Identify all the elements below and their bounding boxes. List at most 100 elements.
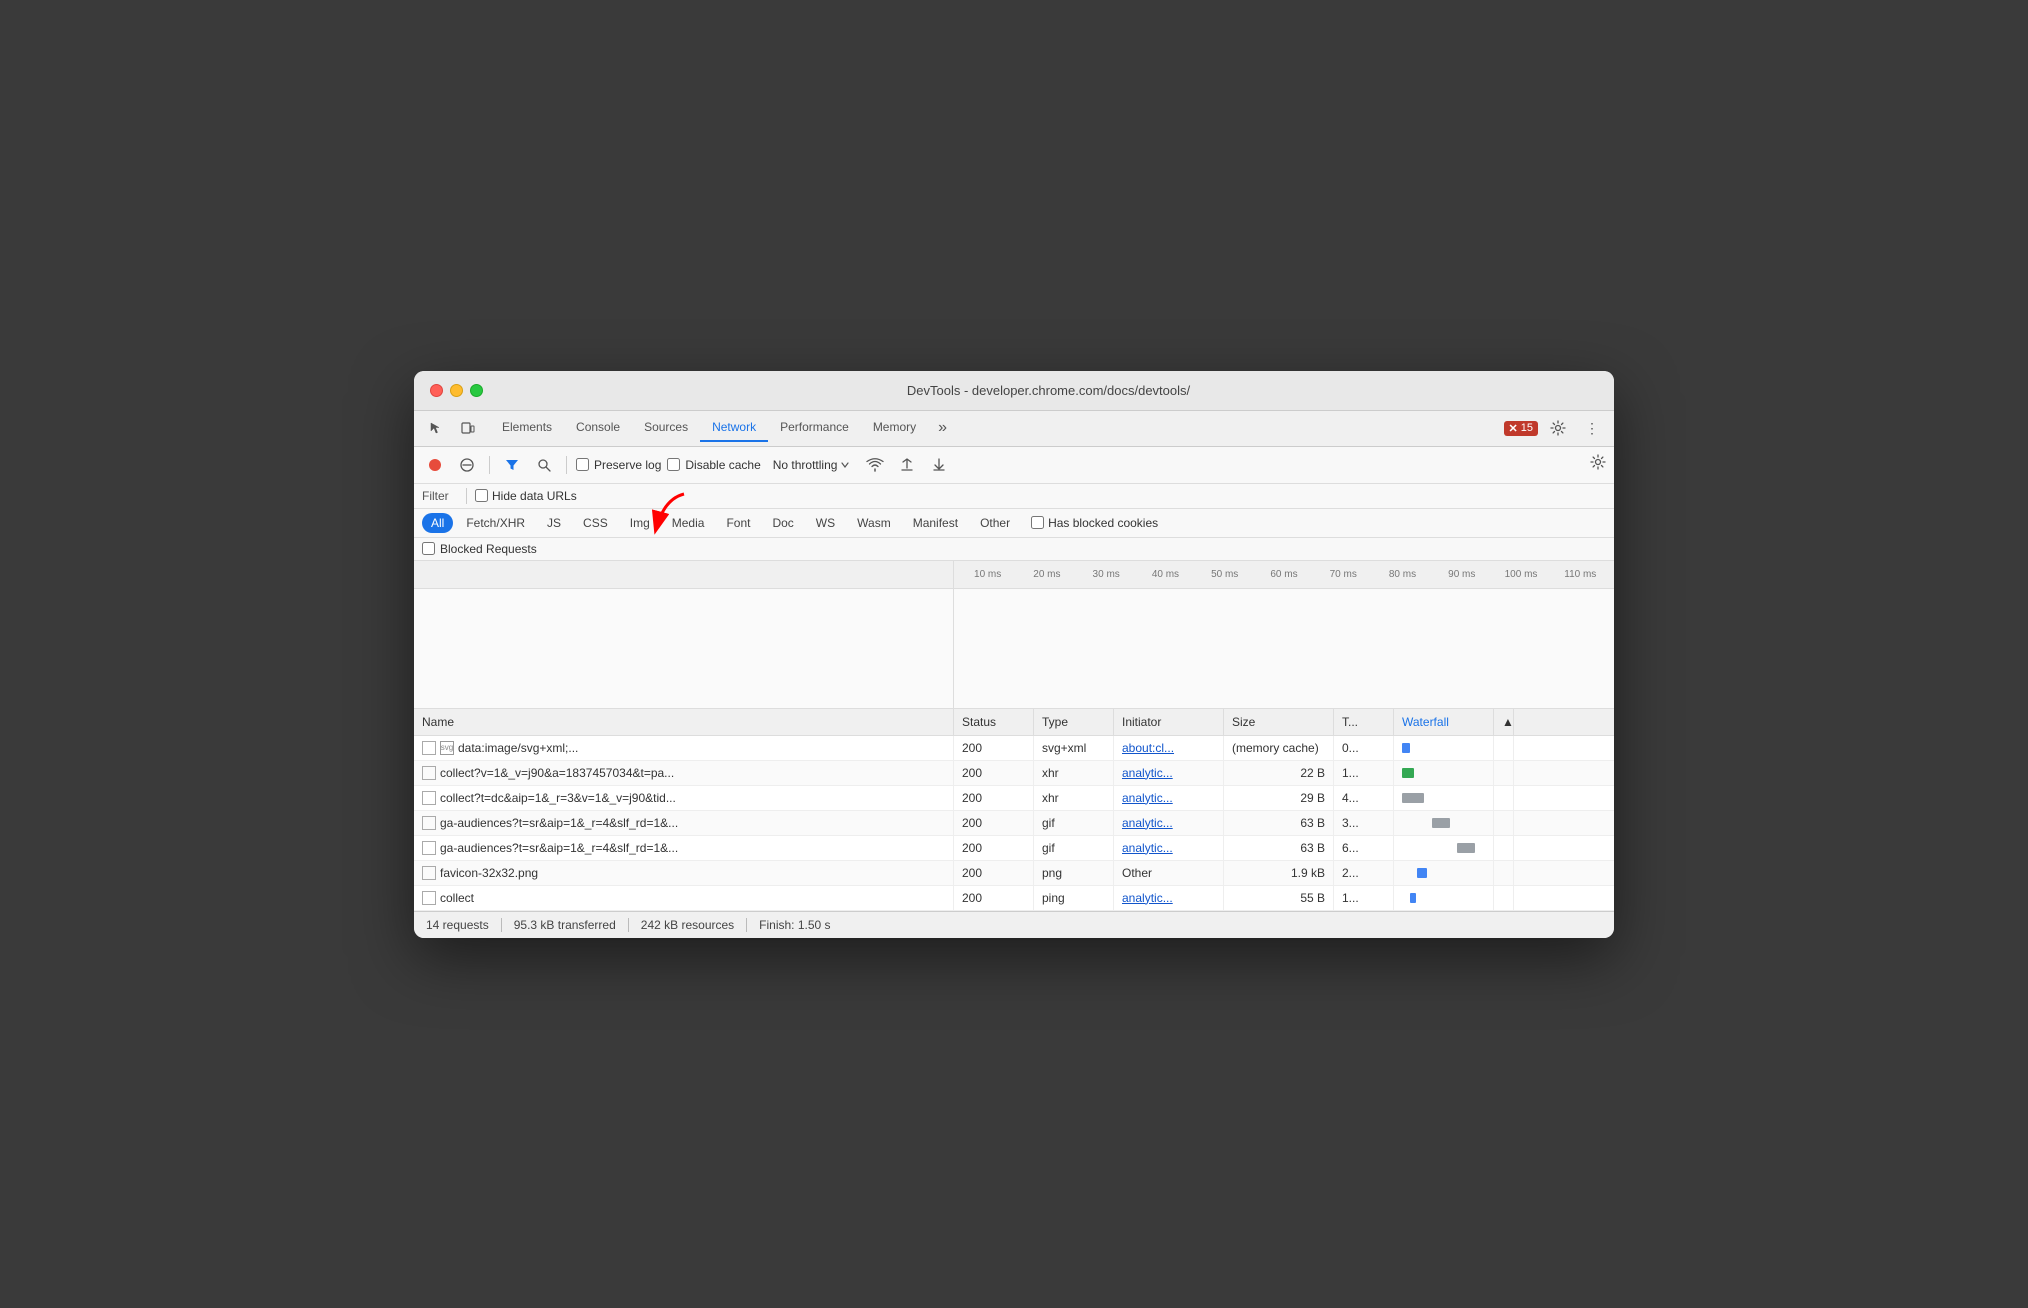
th-waterfall[interactable]: Waterfall	[1394, 709, 1494, 735]
wifi-icon	[862, 452, 888, 478]
row-4-status: 200	[954, 836, 1034, 860]
row-0-extra	[1494, 736, 1514, 760]
tab-sources[interactable]: Sources	[632, 414, 700, 442]
disable-cache-input[interactable]	[667, 458, 680, 471]
table-row[interactable]: favicon-32x32.png 200 png Other 1.9 kB 2…	[414, 861, 1614, 886]
type-filter-all[interactable]: All	[422, 513, 453, 533]
type-filter-img[interactable]: Img	[621, 513, 659, 533]
table-row[interactable]: collect 200 ping analytic... 55 B 1...	[414, 886, 1614, 911]
row-checkbox[interactable]	[422, 841, 436, 855]
resources-size: 242 kB resources	[641, 918, 734, 932]
device-toggle-icon[interactable]	[454, 414, 482, 442]
toolbar-divider-1	[489, 456, 490, 474]
filter-bar: Filter Hide data URLs	[414, 484, 1614, 509]
row-5-name: favicon-32x32.png	[414, 861, 954, 885]
blocked-requests-input[interactable]	[422, 542, 435, 555]
waterfall-bar	[1402, 741, 1410, 755]
tick-20ms: 20 ms	[1017, 569, 1076, 580]
preserve-log-input[interactable]	[576, 458, 589, 471]
throttle-dropdown[interactable]: No throttling	[767, 456, 857, 474]
maximize-button[interactable]	[470, 384, 483, 397]
hide-data-urls-checkbox[interactable]: Hide data URLs	[475, 489, 577, 503]
tab-elements[interactable]: Elements	[490, 414, 564, 442]
finish-time: Finish: 1.50 s	[759, 918, 830, 932]
type-filter-wasm[interactable]: Wasm	[848, 513, 900, 533]
row-checkbox[interactable]	[422, 816, 436, 830]
table-row[interactable]: collect?v=1&_v=j90&a=1837457034&t=pa... …	[414, 761, 1614, 786]
tick-30ms: 30 ms	[1077, 569, 1136, 580]
hide-data-urls-input[interactable]	[475, 489, 488, 502]
row-checkbox[interactable]	[422, 741, 436, 755]
network-rows[interactable]: svg data:image/svg+xml;... 200 svg+xml a…	[414, 736, 1614, 911]
tab-memory[interactable]: Memory	[861, 414, 928, 442]
table-header: Name Status Type Initiator Size T... Wat…	[414, 709, 1614, 736]
th-status[interactable]: Status	[954, 709, 1034, 735]
table-row[interactable]: ga-audiences?t=sr&aip=1&_r=4&slf_rd=1&..…	[414, 836, 1614, 861]
row-6-extra	[1494, 886, 1514, 910]
more-options-icon[interactable]: ⋮	[1578, 414, 1606, 442]
window-title: DevTools - developer.chrome.com/docs/dev…	[499, 383, 1598, 398]
row-6-waterfall	[1394, 886, 1494, 910]
filter-button[interactable]	[499, 452, 525, 478]
th-initiator[interactable]: Initiator	[1114, 709, 1224, 735]
timeline-left-spacer	[414, 561, 954, 588]
type-filter-media[interactable]: Media	[663, 513, 714, 533]
th-sort-arrow[interactable]: ▲	[1494, 709, 1514, 735]
row-4-waterfall	[1394, 836, 1494, 860]
record-button[interactable]	[422, 452, 448, 478]
preserve-log-checkbox[interactable]: Preserve log	[576, 458, 661, 472]
row-3-time: 3...	[1334, 811, 1394, 835]
tick-80ms: 80 ms	[1373, 569, 1432, 580]
type-filter-other[interactable]: Other	[971, 513, 1019, 533]
table-row[interactable]: ga-audiences?t=sr&aip=1&_r=4&slf_rd=1&..…	[414, 811, 1614, 836]
minimize-button[interactable]	[450, 384, 463, 397]
row-6-initiator: analytic...	[1114, 886, 1224, 910]
row-1-time: 1...	[1334, 761, 1394, 785]
th-name[interactable]: Name	[414, 709, 954, 735]
tab-performance[interactable]: Performance	[768, 414, 861, 442]
has-blocked-cookies-checkbox[interactable]: Has blocked cookies	[1031, 516, 1158, 530]
row-3-size: 63 B	[1224, 811, 1334, 835]
blocked-requests-checkbox[interactable]: Blocked Requests	[422, 542, 537, 556]
network-toolbar: Preserve log Disable cache No throttling	[414, 447, 1614, 484]
type-filter-js[interactable]: JS	[538, 513, 570, 533]
th-size[interactable]: Size	[1224, 709, 1334, 735]
table-row[interactable]: svg data:image/svg+xml;... 200 svg+xml a…	[414, 736, 1614, 761]
devtools-window: DevTools - developer.chrome.com/docs/dev…	[414, 371, 1614, 938]
more-tabs-button[interactable]: »	[932, 415, 953, 441]
row-1-initiator: analytic...	[1114, 761, 1224, 785]
row-checkbox[interactable]	[422, 766, 436, 780]
th-type[interactable]: Type	[1034, 709, 1114, 735]
row-0-initiator: about:cl...	[1114, 736, 1224, 760]
row-0-time: 0...	[1334, 736, 1394, 760]
block-request-button[interactable]	[454, 452, 480, 478]
row-5-time: 2...	[1334, 861, 1394, 885]
row-checkbox[interactable]	[422, 866, 436, 880]
cursor-icon[interactable]	[422, 414, 450, 442]
row-3-status: 200	[954, 811, 1034, 835]
row-2-size: 29 B	[1224, 786, 1334, 810]
settings-gear-icon[interactable]	[1544, 414, 1572, 442]
close-button[interactable]	[430, 384, 443, 397]
type-filter-doc[interactable]: Doc	[763, 513, 802, 533]
wf-bar-green	[1402, 768, 1414, 778]
type-filter-font[interactable]: Font	[717, 513, 759, 533]
table-row[interactable]: collect?t=dc&aip=1&_r=3&v=1&_v=j90&tid..…	[414, 786, 1614, 811]
file-icon: svg	[440, 741, 454, 755]
type-filter-manifest[interactable]: Manifest	[904, 513, 967, 533]
tab-console[interactable]: Console	[564, 414, 632, 442]
th-time[interactable]: T...	[1334, 709, 1394, 735]
network-settings-button[interactable]	[1590, 454, 1606, 475]
row-checkbox[interactable]	[422, 891, 436, 905]
disable-cache-checkbox[interactable]: Disable cache	[667, 458, 760, 472]
type-filter-ws[interactable]: WS	[807, 513, 844, 533]
waterfall-bar	[1402, 816, 1450, 830]
type-filter-css[interactable]: CSS	[574, 513, 617, 533]
type-filter-xhr[interactable]: Fetch/XHR	[457, 513, 534, 533]
search-button[interactable]	[531, 452, 557, 478]
has-blocked-cookies-input[interactable]	[1031, 516, 1044, 529]
download-icon[interactable]	[926, 452, 952, 478]
tab-network[interactable]: Network	[700, 414, 768, 442]
row-checkbox[interactable]	[422, 791, 436, 805]
upload-icon[interactable]	[894, 452, 920, 478]
